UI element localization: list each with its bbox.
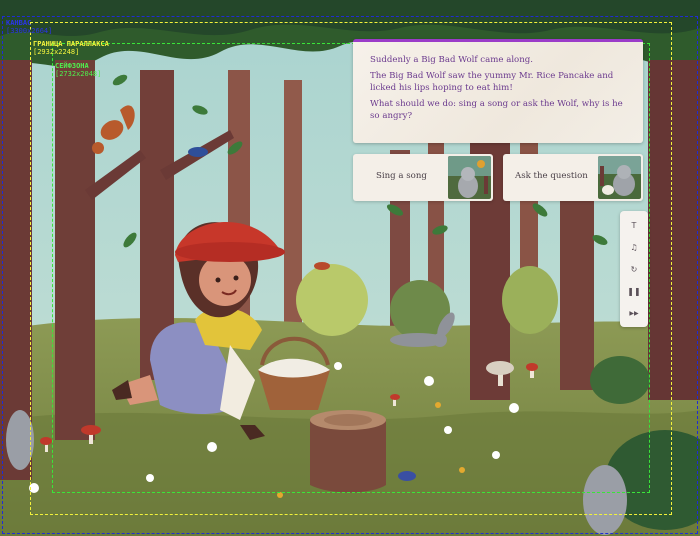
wolf-question-thumbnail: [598, 156, 641, 199]
safezone-guide-label: СЕЙФЗОНА [2732x2048]: [55, 62, 101, 78]
parallax-label-text: ГРАНИЦА ПАРАЛЛАКСА: [33, 40, 109, 48]
choice-sing-button[interactable]: Sing a song: [353, 154, 493, 201]
canvas-label-text: КАНВАС: [6, 19, 32, 27]
choice-label: Sing a song: [376, 171, 427, 181]
canvas-size-text: [3300x2664]: [6, 27, 53, 35]
story-line: Suddenly a Big Bad Wolf came along.: [370, 55, 534, 65]
parallax-guide-label: ГРАНИЦА ПАРАЛЛАКСА [2932x2248]: [33, 40, 109, 56]
choice-label: Ask the question: [515, 171, 588, 181]
safezone-label-text: СЕЙФЗОНА: [55, 62, 89, 70]
safezone-size-text: [2732x2048]: [55, 70, 102, 78]
wolf-singing-thumbnail: [448, 156, 491, 199]
fast-forward-icon[interactable]: ▶▶: [625, 304, 643, 322]
story-panel: Suddenly a Big Bad Wolf came along. The …: [353, 39, 643, 143]
story-question: What should we do: sing a song or ask th…: [370, 99, 623, 121]
parallax-size-text: [2932x2248]: [33, 48, 80, 56]
game-toolbar: T ♫ ↻ ❚❚ ▶▶: [620, 211, 648, 327]
canvas-guide-label: КАНВАС [3300x2664]: [6, 19, 52, 35]
pause-icon[interactable]: ❚❚: [625, 282, 643, 300]
restart-icon[interactable]: ↻: [625, 260, 643, 278]
music-note-icon[interactable]: ♫: [625, 238, 643, 256]
choice-ask-button[interactable]: Ask the question: [503, 154, 643, 201]
text-size-icon[interactable]: T: [625, 216, 643, 234]
story-line: The Big Bad Wolf saw the yummy Mr. Rice …: [370, 71, 614, 93]
